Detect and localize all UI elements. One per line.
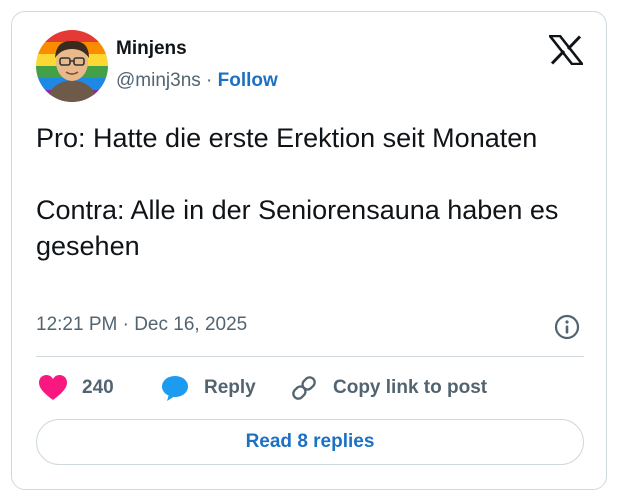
follow-button[interactable]: Follow xyxy=(218,70,278,91)
tweet-text-paragraph: Pro: Hatte die erste Erektion seit Monat… xyxy=(36,123,538,153)
copy-link-label: Copy link to post xyxy=(333,377,488,398)
info-icon[interactable] xyxy=(554,314,580,340)
like-count: 240 xyxy=(82,377,114,398)
handle-separator: · xyxy=(206,70,213,91)
divider xyxy=(36,356,584,357)
tweet-text: Pro: Hatte die erste Erektion seit Monat… xyxy=(36,120,584,264)
link-icon xyxy=(292,376,316,400)
read-replies-button[interactable]: Read 8 replies xyxy=(36,419,584,465)
copy-link-button[interactable]: Copy link to post xyxy=(289,370,487,406)
reply-button[interactable]: Reply xyxy=(160,370,256,406)
avatar[interactable] xyxy=(36,30,108,102)
author-handle-line: @minj3ns · Follow xyxy=(116,70,278,92)
reply-label: Reply xyxy=(204,377,256,398)
x-logo-icon[interactable] xyxy=(549,35,583,65)
tweet-timestamp[interactable]: 12:21 PM · Dec 16, 2025 xyxy=(36,314,247,336)
tweet-text-paragraph: Contra: Alle in der Seniorensauna haben … xyxy=(36,195,559,261)
author-handle[interactable]: @minj3ns xyxy=(116,70,201,91)
reply-bubble-icon xyxy=(162,376,188,401)
like-button[interactable]: 240 xyxy=(38,370,114,406)
heart-icon xyxy=(39,375,67,400)
author-name[interactable]: Minjens xyxy=(116,38,187,60)
avatar-image xyxy=(36,30,108,102)
